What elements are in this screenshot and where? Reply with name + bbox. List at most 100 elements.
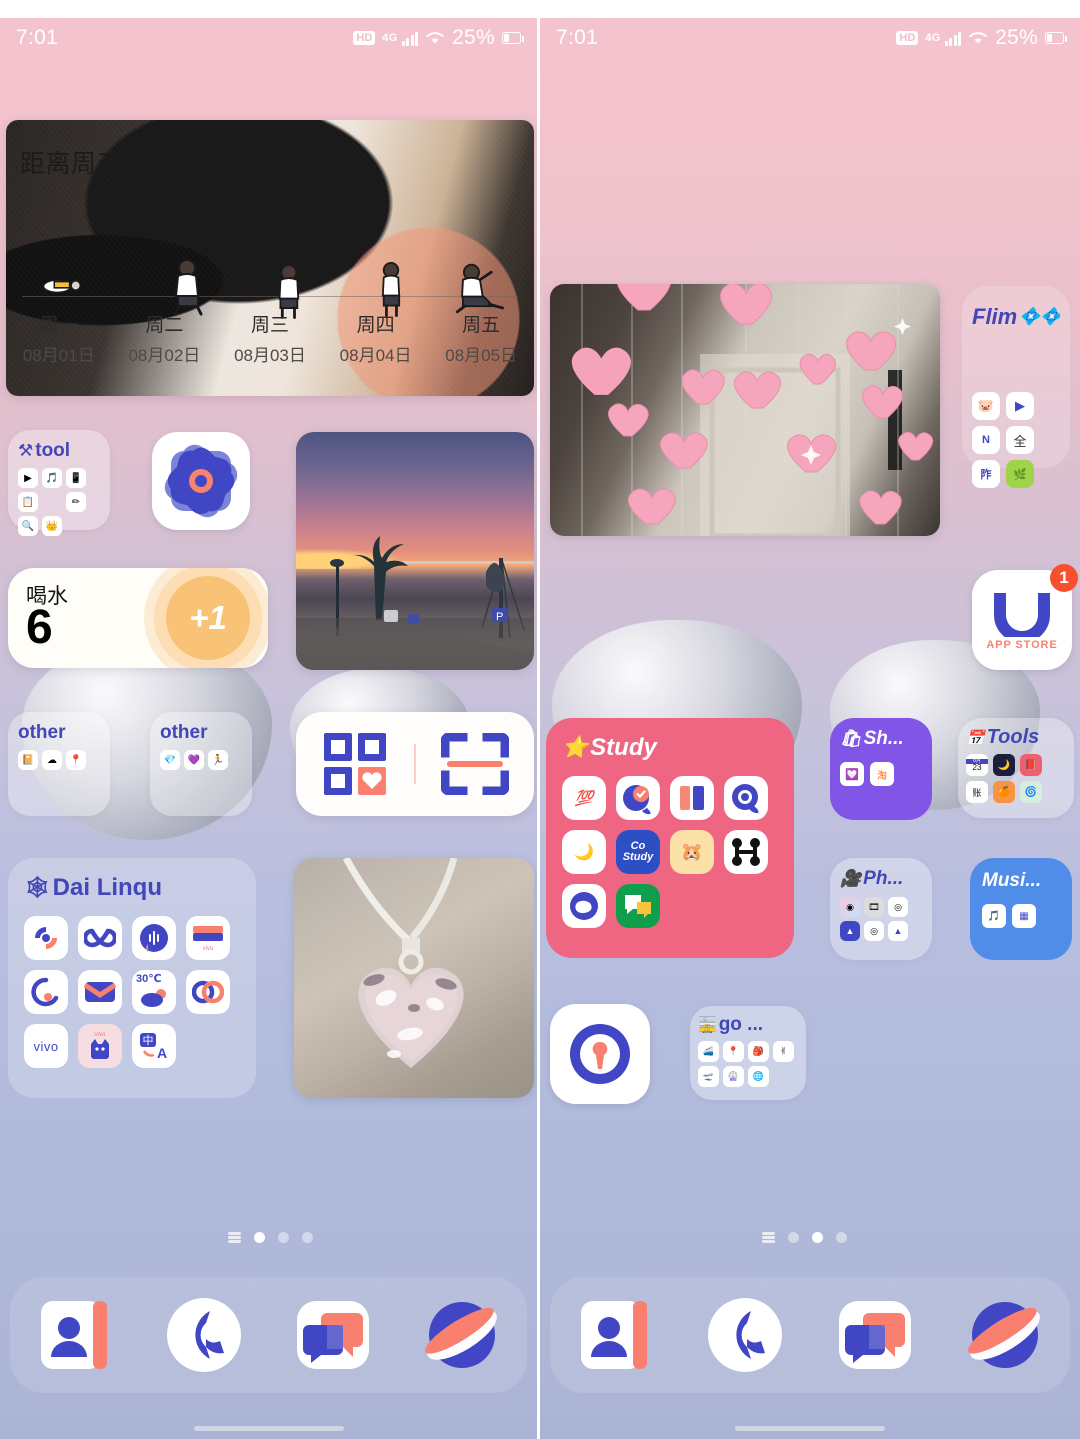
app-icon-dumbbell[interactable] [724, 830, 768, 874]
mini-app-icon[interactable]: ✌ [773, 1041, 794, 1062]
calendar-day: 周一 08月01日 [6, 310, 112, 366]
app-icon-sync[interactable] [24, 916, 68, 960]
mini-app-icon[interactable]: 💟 [840, 762, 864, 786]
mini-app-icon[interactable]: 🛫 [698, 1066, 719, 1087]
dock-contacts-icon[interactable] [35, 1295, 115, 1375]
app-icon-weather[interactable]: 30℃ [132, 970, 176, 1014]
weekday-label: 周二 [145, 315, 184, 336]
page-indicator[interactable] [762, 1232, 847, 1243]
mini-app-icon[interactable]: 🐷 [972, 392, 1000, 420]
folder-mini-grid: 🚄 📍 🎒 ✌ 🛫 🎡 🌐 [698, 1041, 798, 1087]
sunset-beach-photo-widget[interactable]: P [296, 432, 534, 670]
pink-hearts-photo-widget[interactable] [550, 284, 940, 536]
other-folder-1[interactable]: other 📔 ☁ 📍 [8, 712, 110, 816]
app-icon-backup[interactable] [24, 970, 68, 1014]
drink-water-widget[interactable]: 喝水 6 +1 [8, 568, 268, 668]
mini-app-icon[interactable]: 🌿 [1006, 460, 1034, 488]
app-icon-wallet[interactable]: vivo [186, 916, 230, 960]
qr-scan-widget[interactable] [296, 712, 534, 816]
page-dot-3[interactable] [302, 1232, 313, 1243]
app-icon-chat-blue[interactable] [562, 884, 606, 928]
mini-app-icon[interactable]: ▲ [888, 921, 908, 941]
location-app-icon[interactable] [550, 1004, 650, 1104]
app-icon-qq[interactable] [724, 776, 768, 820]
countdown-calendar-widget[interactable]: 距离周五，还有4天 周一 08月01日 周二 08月02日 周三 08月03日 … [6, 120, 534, 396]
app-icon-infinity[interactable] [78, 916, 122, 960]
dock-messages-icon[interactable] [835, 1295, 915, 1375]
mini-app-icon[interactable]: 🌐 [748, 1066, 769, 1087]
folder-title: ⚒ tool [18, 440, 100, 462]
page-dot-2[interactable] [812, 1232, 823, 1243]
app-icon-theme[interactable] [186, 970, 230, 1014]
dock-contacts-icon[interactable] [575, 1295, 655, 1375]
mini-app-icon[interactable]: N [972, 426, 1000, 454]
heart-necklace-photo-widget[interactable] [294, 858, 534, 1098]
mini-app-icon[interactable]: 📍 [723, 1041, 744, 1062]
app-icon-notes[interactable] [670, 776, 714, 820]
scan-button[interactable] [416, 733, 534, 795]
go-travel-folder[interactable]: 🚋 go ... 🚄 📍 🎒 ✌ 🛫 🎡 🌐 [690, 1006, 806, 1100]
calendar-day: 周二 08月02日 [112, 310, 218, 366]
music-folder[interactable]: Musi... 🎵 ▦ [970, 858, 1072, 960]
page-dot-3[interactable] [836, 1232, 847, 1243]
page-list-icon[interactable] [762, 1232, 775, 1243]
folder-label: Flim [972, 304, 1018, 329]
mini-app-icon[interactable]: 🍊 [993, 781, 1015, 803]
mini-app-icon[interactable]: ◉ [840, 897, 860, 917]
tools-folder[interactable]: 📅 Tools 8月 23 🌙 📕 账 🍊 🌀 [958, 718, 1074, 818]
mini-app-icon[interactable]: ◎ [864, 921, 884, 941]
mini-app-icon[interactable]: 🎒 [748, 1041, 769, 1062]
page-dot-1[interactable] [788, 1232, 799, 1243]
mini-app-icon[interactable]: 阼 [972, 460, 1000, 488]
dai-linqu-folder[interactable]: 🕸 Dai Linqu vivo 30℃ vivo vivo 中 A [8, 858, 256, 1098]
mini-app-icon[interactable]: 🎞 [864, 897, 884, 917]
tool-folder[interactable]: ⚒ tool ▶ 🎵 📱 📋 ✏ 🔍 👑 [8, 430, 110, 536]
shopping-folder[interactable]: 🛍 Sh... 💟 淘 [830, 718, 932, 820]
photo-folder[interactable]: 🎥 Ph... ◉ 🎞 ◎ ▲ ◎ ▲ [830, 858, 932, 960]
app-icon-hundred[interactable]: 💯 [562, 776, 606, 820]
mini-app-icon[interactable]: ▦ [1012, 904, 1036, 928]
qr-code-button[interactable] [296, 731, 414, 797]
mini-app-icon: 👑 [42, 516, 62, 536]
folder-title: 📅 Tools [966, 726, 1066, 749]
mini-app-icon[interactable]: 🌀 [1020, 781, 1042, 803]
mini-app-icon[interactable]: 🎵 [982, 904, 1006, 928]
water-increment-button[interactable]: +1 [166, 576, 250, 660]
dock-phone-icon[interactable] [705, 1295, 785, 1375]
app-icon-hamster-reading[interactable]: 🐹 [670, 830, 714, 874]
dock-browser-icon[interactable] [965, 1295, 1045, 1375]
flim-folder[interactable]: Flim 💠💠 🐷 ▶ N 全 阼 🌿 [962, 286, 1070, 488]
app-icon-wechat-work[interactable] [616, 884, 660, 928]
dock-browser-icon[interactable] [422, 1295, 502, 1375]
mini-app-icon[interactable]: 8月 23 [966, 754, 988, 776]
app-store-icon[interactable]: 1 APP STORE [972, 564, 1078, 670]
mini-app-icon[interactable]: ◎ [888, 897, 908, 917]
mini-app-icon[interactable]: 🌙 [993, 754, 1015, 776]
mini-app-icon[interactable]: 全 [1006, 426, 1034, 454]
app-icon-translate[interactable]: 中A [132, 1024, 176, 1068]
app-icon-qq-check[interactable] [616, 776, 660, 820]
app-icon-costudy[interactable]: Co Study [616, 830, 660, 874]
mini-app-icon[interactable]: 📕 [1020, 754, 1042, 776]
mini-app-icon[interactable]: 账 [966, 781, 988, 803]
other-folder-2[interactable]: other 💎 💜 🏃 [150, 712, 252, 816]
mini-app-icon[interactable]: ▲ [840, 921, 860, 941]
dock-messages-icon[interactable] [293, 1295, 373, 1375]
page-dot-2[interactable] [278, 1232, 289, 1243]
page-list-icon[interactable] [228, 1232, 241, 1243]
page-indicator[interactable] [228, 1232, 313, 1243]
page-dot-1[interactable] [254, 1232, 265, 1243]
app-icon-mail[interactable] [78, 970, 122, 1014]
flower-app-icon[interactable] [152, 432, 250, 530]
mini-app-icon[interactable]: 淘 [870, 762, 894, 786]
mini-app-icon[interactable]: ▶ [1006, 392, 1034, 420]
app-icon-vivo[interactable]: vivo [24, 1024, 68, 1068]
app-icon-recorder[interactable] [132, 916, 176, 960]
app-icon-moon-study[interactable]: 🌙 [562, 830, 606, 874]
study-folder[interactable]: ⭐ Study 💯 🌙 Co Study 🐹 [546, 718, 794, 958]
battery-percent-label: 25% [452, 26, 495, 49]
mini-app-icon[interactable]: 🎡 [723, 1066, 744, 1087]
mini-app-icon[interactable]: 🚄 [698, 1041, 719, 1062]
app-icon-vivo-community[interactable]: vivo [78, 1024, 122, 1068]
dock-phone-icon[interactable] [164, 1295, 244, 1375]
